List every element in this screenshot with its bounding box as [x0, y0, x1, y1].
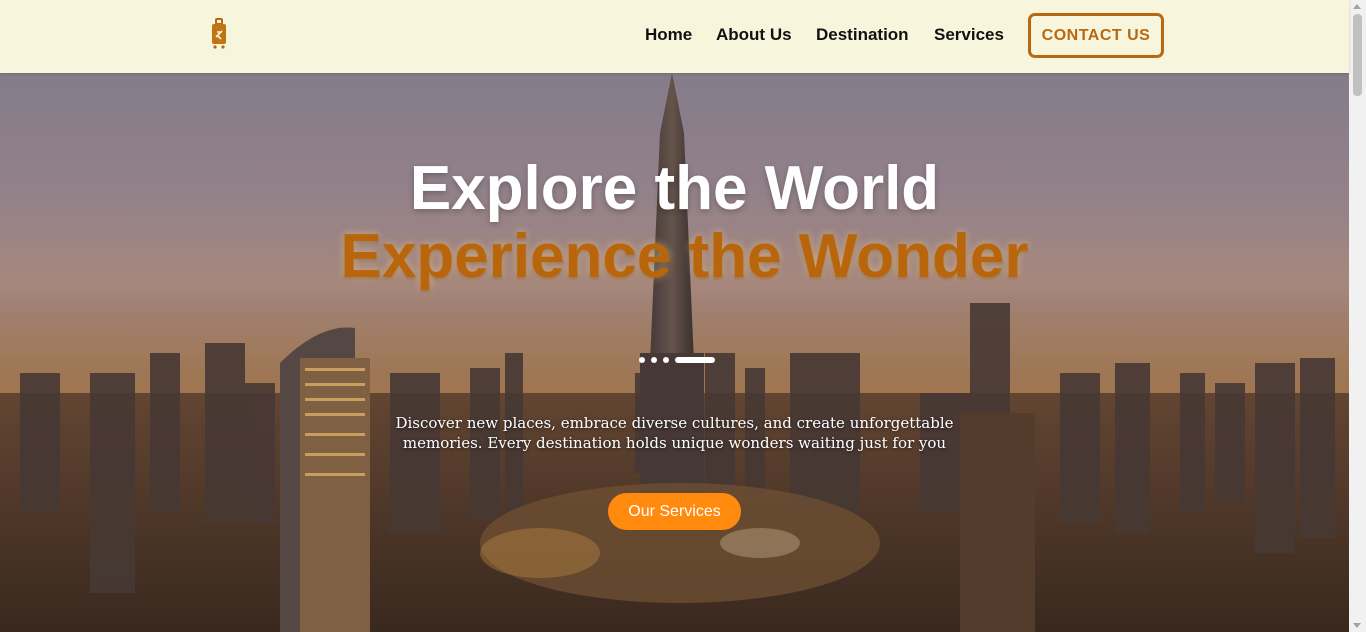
scrollbar-thumb[interactable] — [1353, 14, 1362, 96]
our-services-button[interactable]: Our Services — [608, 493, 741, 530]
hero-section: Explore the World Experience the Wonder … — [0, 73, 1349, 632]
nav-link-destination[interactable]: Destination — [816, 25, 909, 45]
tagline-line-1: Discover new places, embrace diverse cul… — [395, 414, 954, 432]
nav-link-about-us[interactable]: About Us — [716, 25, 792, 45]
nav-link-home[interactable]: Home — [645, 25, 692, 45]
slide-dot-4-active[interactable] — [675, 357, 715, 363]
scrollbar[interactable] — [1349, 0, 1366, 632]
hero-subheadline: Experience the Wonder — [340, 222, 1029, 291]
scroll-down-arrow-icon[interactable] — [1353, 623, 1361, 628]
slide-dot-3[interactable] — [663, 357, 669, 363]
hero-headline: Explore the World — [409, 154, 940, 223]
slide-dot-1[interactable] — [639, 357, 645, 363]
slide-dot-2[interactable] — [651, 357, 657, 363]
navbar: Home About Us Destination Services CONTA… — [0, 0, 1349, 73]
hero-tagline: Discover new places, embrace diverse cul… — [0, 413, 1349, 453]
contact-us-button[interactable]: CONTACT US — [1028, 13, 1164, 58]
tagline-line-2: memories. Every destination holds unique… — [402, 434, 947, 452]
nav-link-services[interactable]: Services — [934, 25, 1004, 45]
scroll-up-arrow-icon[interactable] — [1353, 4, 1361, 9]
